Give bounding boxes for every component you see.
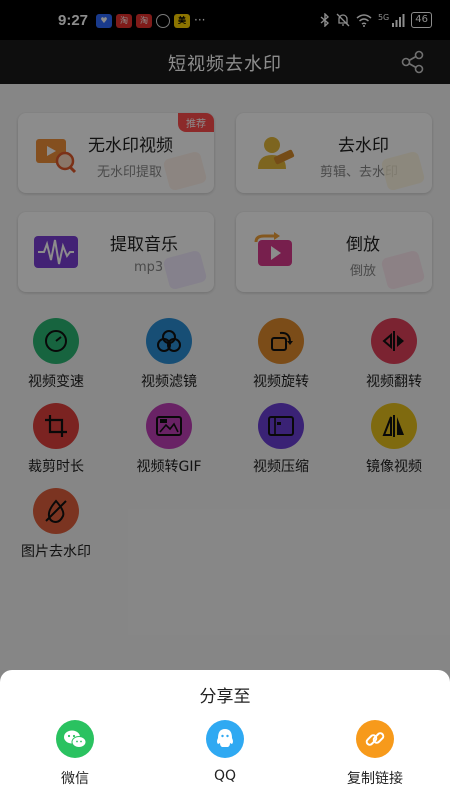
share-qq-button[interactable]: QQ — [170, 720, 280, 784]
share-copy-link-button[interactable]: 复制链接 — [320, 720, 430, 788]
share-option-label: 微信 — [61, 771, 89, 787]
link-icon — [356, 720, 394, 758]
share-sheet-title: 分享至 — [199, 687, 251, 707]
qq-icon — [206, 720, 244, 758]
share-sheet: 分享至 微信 QQ 复制链接 — [0, 670, 450, 800]
share-option-label: QQ — [213, 768, 237, 784]
share-wechat-button[interactable]: 微信 — [20, 720, 130, 788]
share-option-label: 复制链接 — [347, 771, 403, 787]
wechat-icon — [56, 720, 94, 758]
